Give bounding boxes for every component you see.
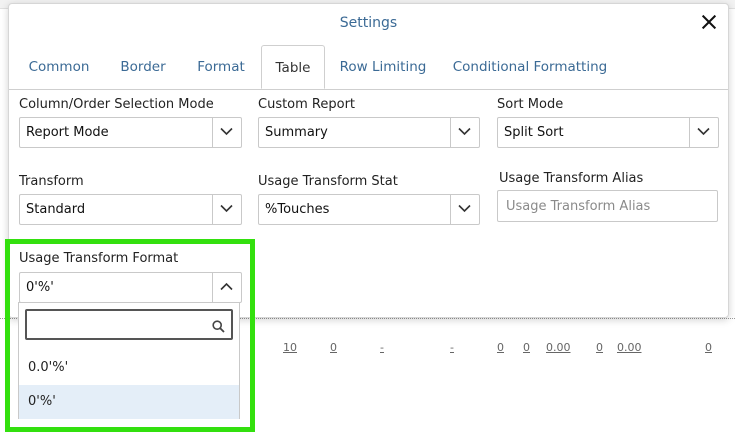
dialog-title: Settings: [339, 15, 398, 31]
usage-transform-stat-label: Usage Transform Stat: [258, 174, 398, 189]
bg-cell: 0: [497, 341, 504, 354]
usage-transform-format-label: Usage Transform Format: [19, 251, 179, 266]
sort-mode-label: Sort Mode: [497, 97, 564, 112]
bg-cell: -: [450, 341, 454, 354]
bg-cell: 0.00: [617, 341, 642, 354]
chevron-up-icon: [212, 273, 241, 302]
chevron-down-icon: [689, 118, 718, 147]
tab-common[interactable]: Common: [19, 45, 99, 89]
usage-transform-alias-input[interactable]: [497, 190, 718, 222]
bg-cell: 0.00: [546, 341, 571, 354]
custom-report-label: Custom Report: [258, 97, 356, 112]
transform-label: Transform: [19, 174, 84, 189]
sort-mode-select[interactable]: Split Sort: [497, 117, 719, 148]
tab-border[interactable]: Border: [109, 45, 177, 89]
bg-cell: 0: [523, 341, 530, 354]
usage-transform-stat-select[interactable]: %Touches: [258, 194, 480, 225]
dropdown-option-selected[interactable]: 0'%': [19, 385, 239, 419]
tab-table[interactable]: Table: [261, 45, 325, 89]
bg-cell: 10: [283, 341, 297, 354]
chevron-down-icon: [212, 195, 241, 224]
tab-row-limiting[interactable]: Row Limiting: [333, 45, 433, 89]
usage-transform-alias-label: Usage Transform Alias: [499, 171, 644, 186]
chevron-down-icon: [450, 195, 479, 224]
bg-cell: 0: [330, 341, 337, 354]
dropdown-option[interactable]: 0.0'%': [19, 351, 239, 385]
column-order-mode-label: Column/Order Selection Mode: [19, 97, 214, 112]
transform-value: Standard: [26, 202, 86, 217]
bg-cell: 0: [596, 341, 603, 354]
column-order-mode-value: Report Mode: [26, 125, 109, 140]
search-icon: [212, 318, 225, 337]
sort-mode-value: Split Sort: [504, 125, 564, 140]
format-dropdown-menu: 0.0'%' 0'%': [18, 302, 240, 419]
chevron-down-icon: [450, 118, 479, 147]
transform-select[interactable]: Standard: [19, 194, 242, 225]
tab-conditional-formatting[interactable]: Conditional Formatting: [449, 45, 611, 89]
usage-transform-format-value: 0'%': [26, 280, 54, 295]
settings-dialog: Settings Common Border Format Table Row …: [8, 3, 729, 318]
usage-transform-stat-value: %Touches: [265, 202, 330, 217]
chevron-down-icon: [212, 118, 241, 147]
tab-bar: Common Border Format Table Row Limiting …: [9, 45, 728, 90]
tab-format[interactable]: Format: [187, 45, 255, 89]
custom-report-select[interactable]: Summary: [258, 117, 480, 148]
close-icon[interactable]: [700, 13, 718, 31]
dropdown-search-input[interactable]: [27, 311, 219, 338]
bg-cell: 0: [705, 341, 712, 354]
bg-cell: -: [380, 341, 384, 354]
usage-transform-format-select[interactable]: 0'%': [19, 272, 242, 303]
dropdown-search-box[interactable]: [25, 309, 233, 340]
custom-report-value: Summary: [265, 125, 328, 140]
column-order-mode-select[interactable]: Report Mode: [19, 117, 242, 148]
